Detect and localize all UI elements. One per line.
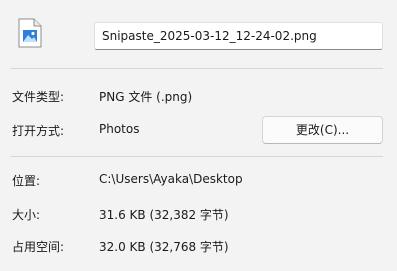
opens-with-label: 打开方式: <box>12 124 65 138</box>
opens-with-value: Photos <box>99 122 140 136</box>
size-label: 大小: <box>12 208 41 222</box>
size-on-disk-value: 32.0 KB (32,768 字节) <box>99 240 229 254</box>
file-name-input[interactable] <box>94 22 383 50</box>
image-file-icon <box>18 18 42 48</box>
file-type-label: 文件类型: <box>12 90 65 104</box>
location-value: C:\Users\Ayaka\Desktop <box>99 172 243 186</box>
file-type-value: PNG 文件 (.png) <box>99 90 193 104</box>
divider <box>10 156 383 157</box>
size-on-disk-label: 占用空间: <box>12 240 65 254</box>
divider <box>10 68 383 69</box>
change-app-button[interactable]: 更改(C)... <box>262 116 383 144</box>
location-label: 位置: <box>12 174 41 188</box>
size-value: 31.6 KB (32,382 字节) <box>99 208 229 222</box>
